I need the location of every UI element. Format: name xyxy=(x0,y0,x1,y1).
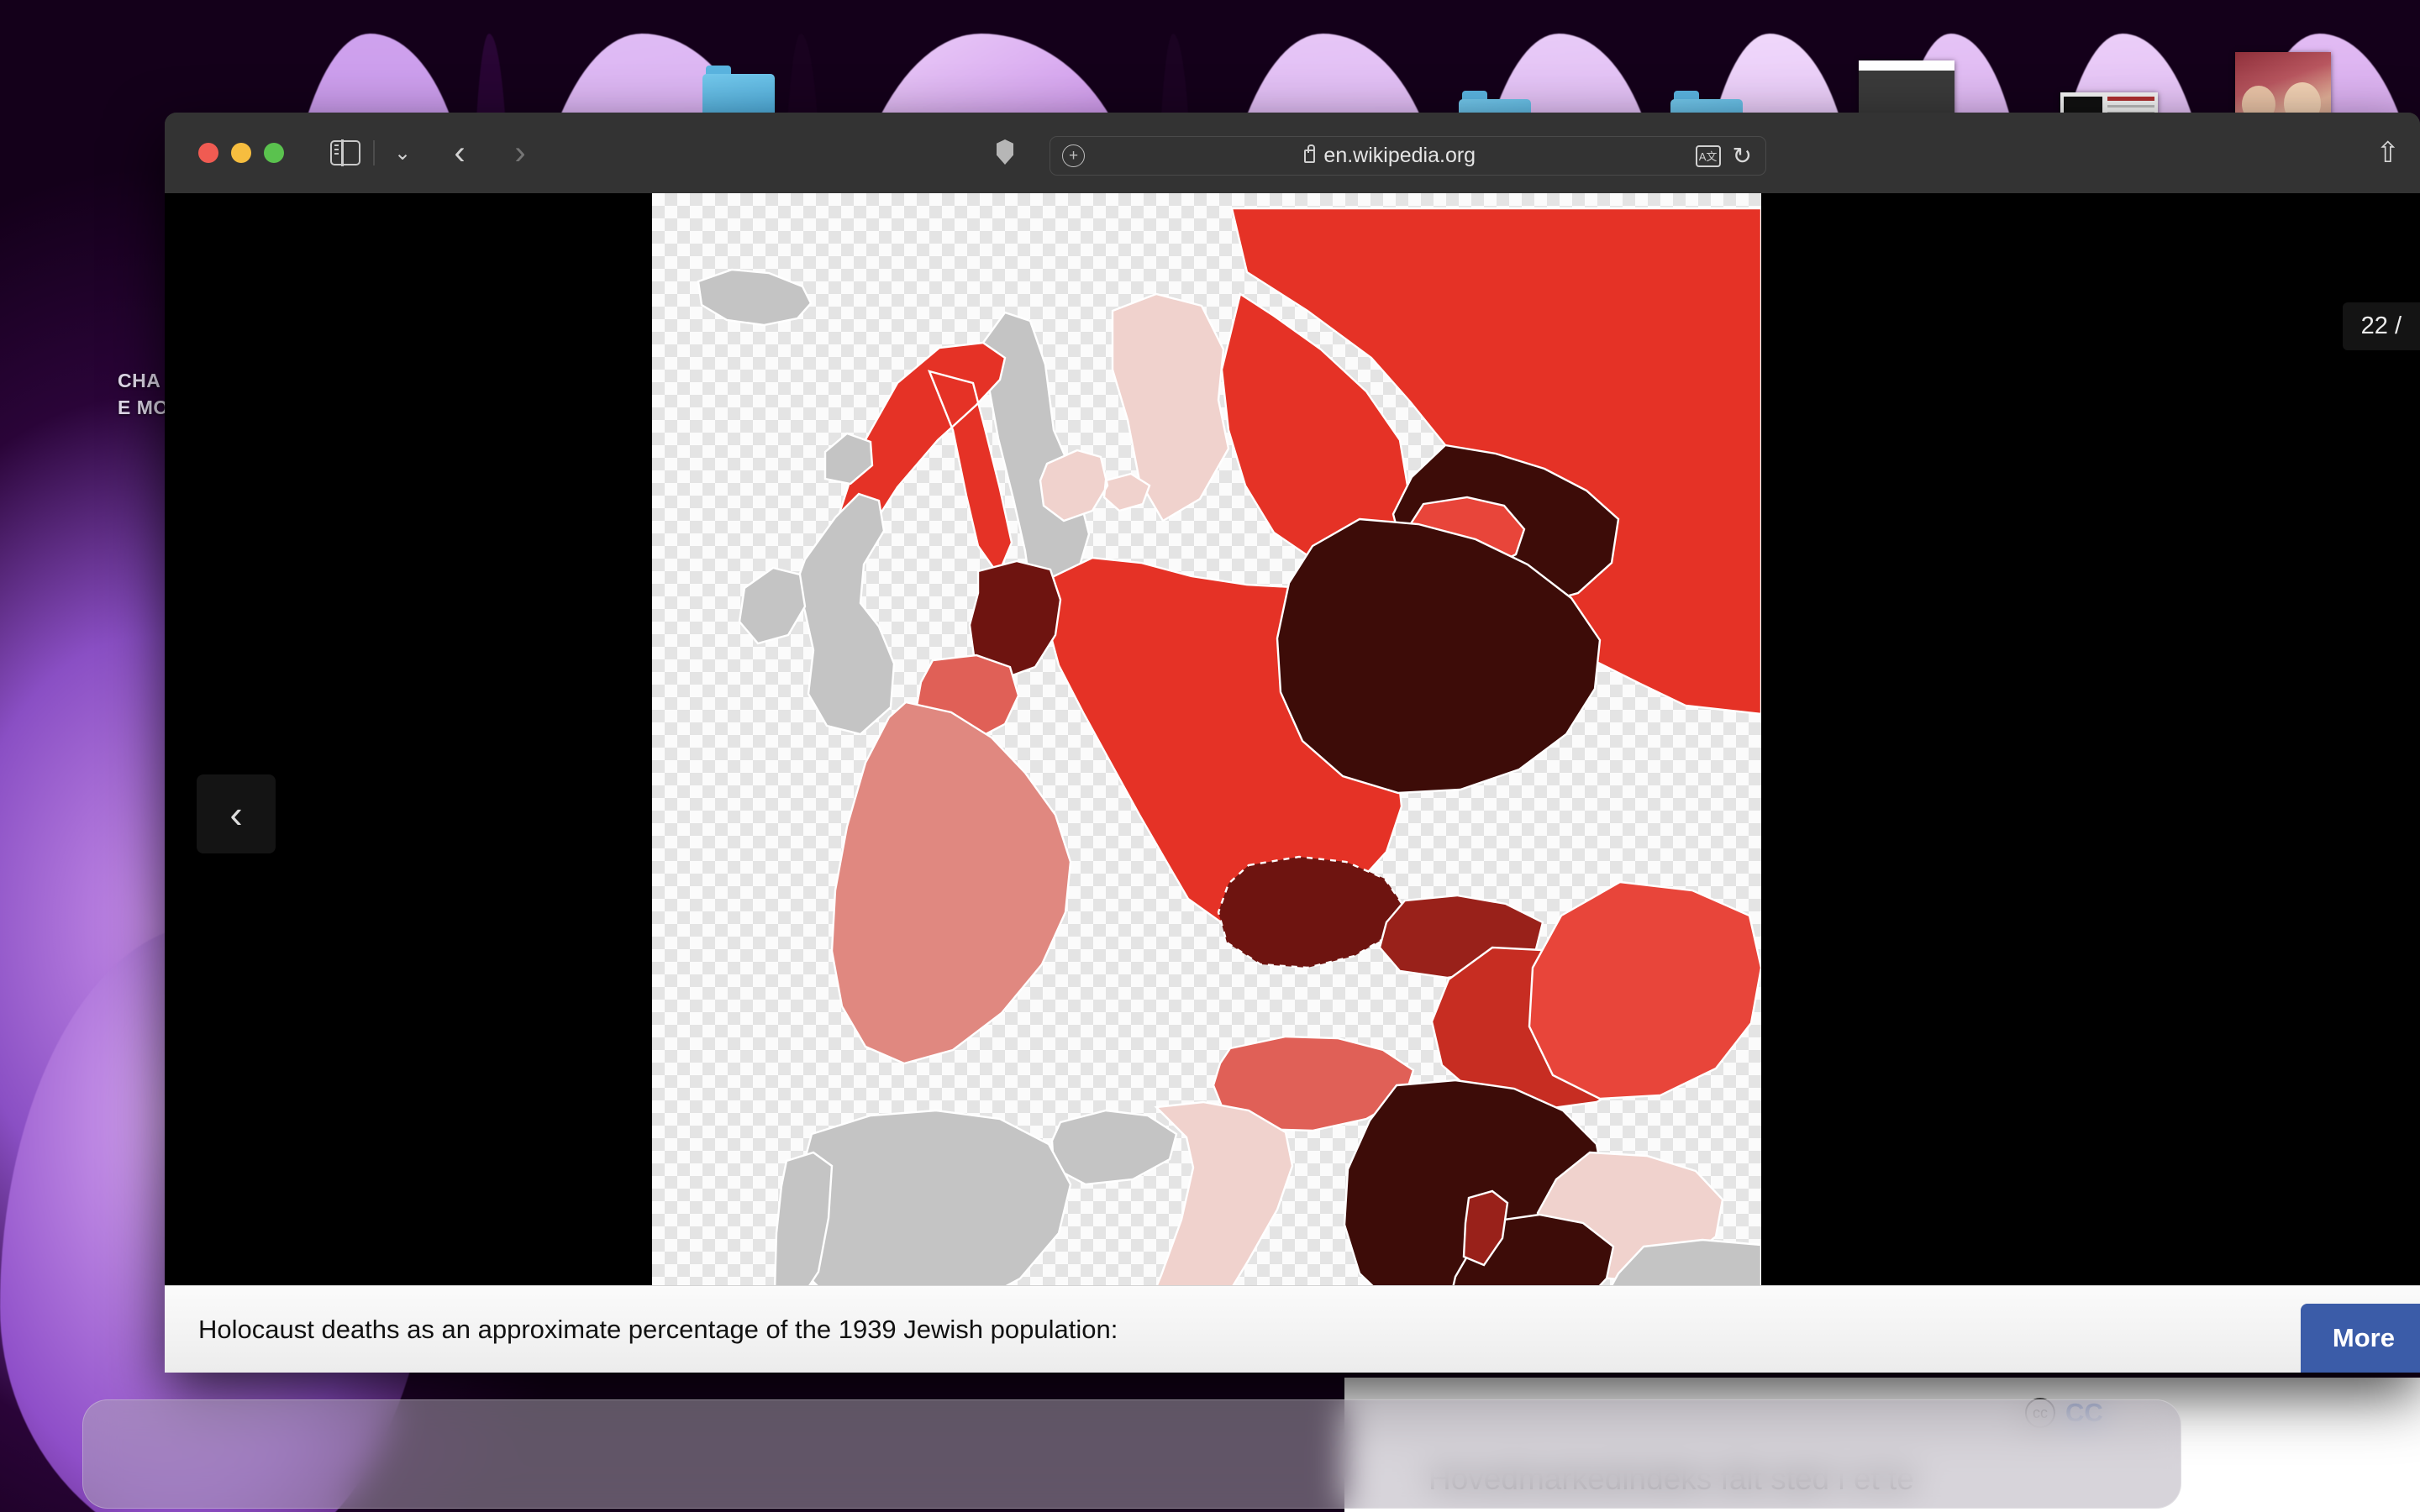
tab-overview-button[interactable]: ⌄ xyxy=(383,136,422,170)
share-icon: ⇧ xyxy=(2375,137,2401,169)
url-text: en.wikipedia.org xyxy=(1323,144,1476,167)
safari-toolbar: ⌄ ‹ › + en.wikipedia.org A文 ↻ ⇧ xyxy=(165,113,2420,193)
caption-text: Holocaust deaths as an approximate perce… xyxy=(198,1314,1118,1344)
maximize-button[interactable] xyxy=(264,143,284,163)
choropleth-map[interactable] xyxy=(652,193,1761,1302)
region-ireland xyxy=(738,566,807,645)
chevron-down-icon: ⌄ xyxy=(393,141,412,165)
forward-button[interactable]: › xyxy=(501,136,539,170)
address-bar-actions: A文 ↻ xyxy=(1695,142,1752,170)
region-switzerland xyxy=(1050,1109,1178,1186)
minimize-button[interactable] xyxy=(231,143,251,163)
region-romania xyxy=(1528,880,1761,1100)
more-button-label: More xyxy=(2332,1323,2395,1352)
previous-image-button[interactable]: ‹ xyxy=(197,774,276,853)
privacy-shield-icon xyxy=(997,139,1013,165)
image-counter: 22 / xyxy=(2342,302,2420,350)
url-display[interactable]: en.wikipedia.org xyxy=(1085,144,1696,168)
toolbar-divider xyxy=(373,140,375,165)
chevron-left-icon: ‹ xyxy=(454,134,466,171)
desktop-label-line2: E MO xyxy=(118,396,169,418)
image-lightbox: 22 / ‹ Holocaust deaths as an approximat… xyxy=(165,193,2420,1373)
europe-map-svg xyxy=(697,207,1761,1302)
lock-icon xyxy=(1304,144,1316,163)
sidebar-icon xyxy=(330,139,360,166)
new-tab-icon[interactable]: + xyxy=(1062,144,1085,167)
address-bar[interactable]: + en.wikipedia.org A文 ↻ xyxy=(1050,136,1766,176)
window-controls xyxy=(198,143,284,163)
reload-icon[interactable]: ↻ xyxy=(1733,142,1752,170)
back-button[interactable]: ‹ xyxy=(440,136,479,170)
chevron-right-icon: › xyxy=(514,134,526,171)
region-spain xyxy=(795,1109,1072,1302)
image-caption-bar: Holocaust deaths as an approximate perce… xyxy=(165,1285,2420,1373)
share-button[interactable]: ⇧ xyxy=(2376,136,2401,170)
dock xyxy=(82,1399,2181,1509)
safari-window[interactable]: ⌄ ‹ › + en.wikipedia.org A文 ↻ ⇧ 22 / ‹ H… xyxy=(165,113,2420,1373)
chevron-left-icon: ‹ xyxy=(229,792,243,836)
region-iceland xyxy=(697,268,813,327)
privacy-report-button[interactable] xyxy=(997,139,1013,165)
close-button[interactable] xyxy=(198,143,218,163)
translate-icon[interactable]: A文 xyxy=(1695,144,1721,167)
region-france xyxy=(830,701,1072,1065)
region-denmark xyxy=(1039,449,1151,522)
more-button[interactable]: More xyxy=(2300,1304,2420,1373)
region-bohemia-moravia xyxy=(1217,855,1405,969)
sidebar-toggle-button[interactable] xyxy=(326,136,365,170)
desktop-label-line1: CHA xyxy=(118,370,161,391)
